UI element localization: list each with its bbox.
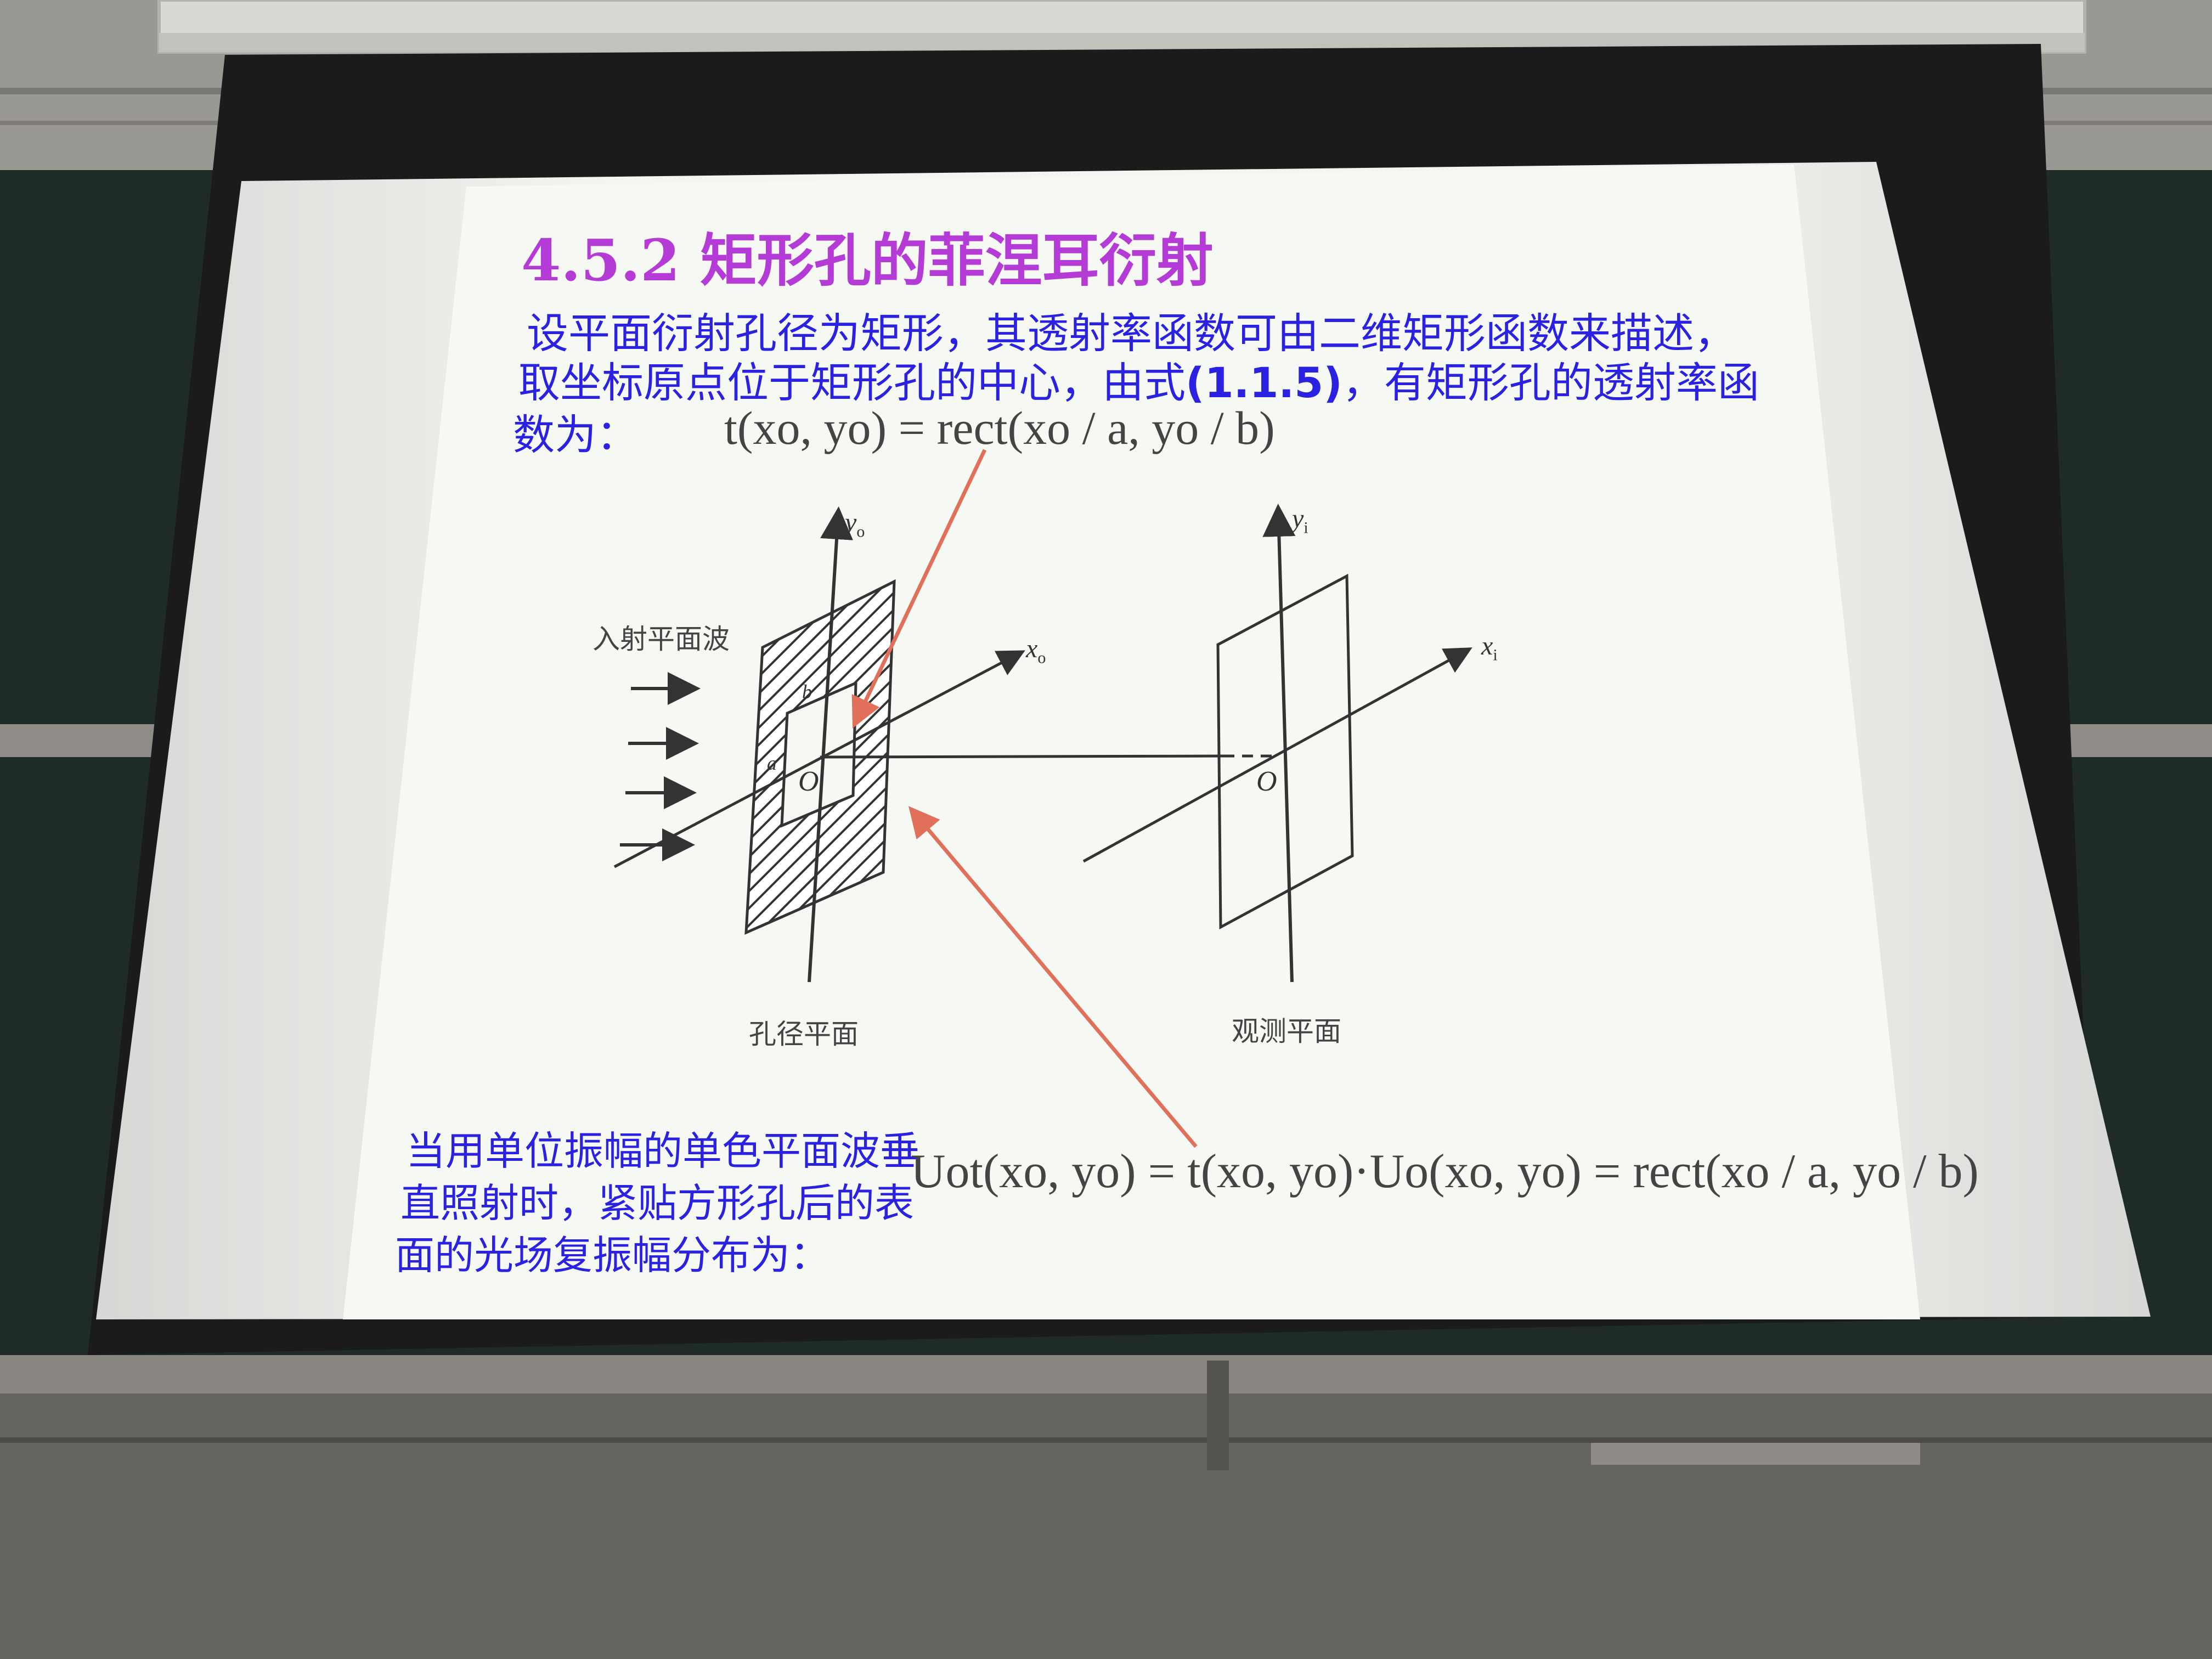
xi-subscript: i [1493, 646, 1498, 664]
lower-wall [0, 1355, 2212, 1659]
intro-line-1: 设平面衍射孔径为矩形，其透射率函数可由二维矩形函数来描述， [527, 309, 1736, 358]
field-distribution-formula: Uot(xo, yo) = t(xo, yo)·Uo(xo, yo) = rec… [911, 1145, 1979, 1198]
yi-axis-label: yi [1292, 504, 1308, 538]
equation-reference: (1.1.5) [1186, 358, 1342, 407]
intro-line-2-start: 取坐标原点位于矩形孔的中心，由式 [518, 358, 1186, 407]
xi-axis-label: xi [1481, 631, 1498, 665]
dimension-b-label: b [802, 681, 812, 703]
slide-title: 4.5.2 矩形孔的菲涅耳衍射 [521, 227, 1214, 294]
intro-line-3: 数为： [513, 410, 638, 459]
dimension-a-label: a [767, 752, 777, 774]
optical-axis [820, 754, 1224, 759]
xo-symbol: x [1026, 634, 1038, 663]
incident-wave-label: 入射平面波 [592, 623, 730, 655]
bottom-line-1: 当用单位振幅的单色平面波垂 [406, 1128, 920, 1174]
xo-axis-label: xo [1026, 634, 1046, 668]
yi-subscript: i [1304, 518, 1308, 537]
transmission-formula: t(xo, yo) = rect(xo / a, yo / b) [724, 402, 1275, 454]
aperture-plane-label: 孔径平面 [749, 1018, 859, 1050]
yi-symbol: y [1292, 504, 1304, 533]
origin-label-observation: O [1256, 766, 1277, 797]
intro-line-2-end: ，有矩形孔的透射率函 [1342, 358, 1759, 407]
yo-symbol: y [845, 508, 857, 537]
bottom-line-3: 面的光场复振幅分布为： [395, 1232, 830, 1278]
xi-symbol: x [1481, 631, 1493, 661]
bottom-line-2: 直照射时，紧贴方形孔后的表 [400, 1180, 915, 1226]
photo-scene: 4.5.2 矩形孔的菲涅耳衍射 设平面衍射孔径为矩形，其透射率函数可由二维矩形函… [0, 0, 2212, 1659]
xo-subscript: o [1037, 648, 1046, 667]
observation-plane-label: 观测平面 [1232, 1015, 1341, 1047]
origin-label-aperture: O [798, 766, 819, 797]
yo-subscript: o [856, 522, 865, 541]
yo-axis-label: yo [845, 507, 865, 541]
